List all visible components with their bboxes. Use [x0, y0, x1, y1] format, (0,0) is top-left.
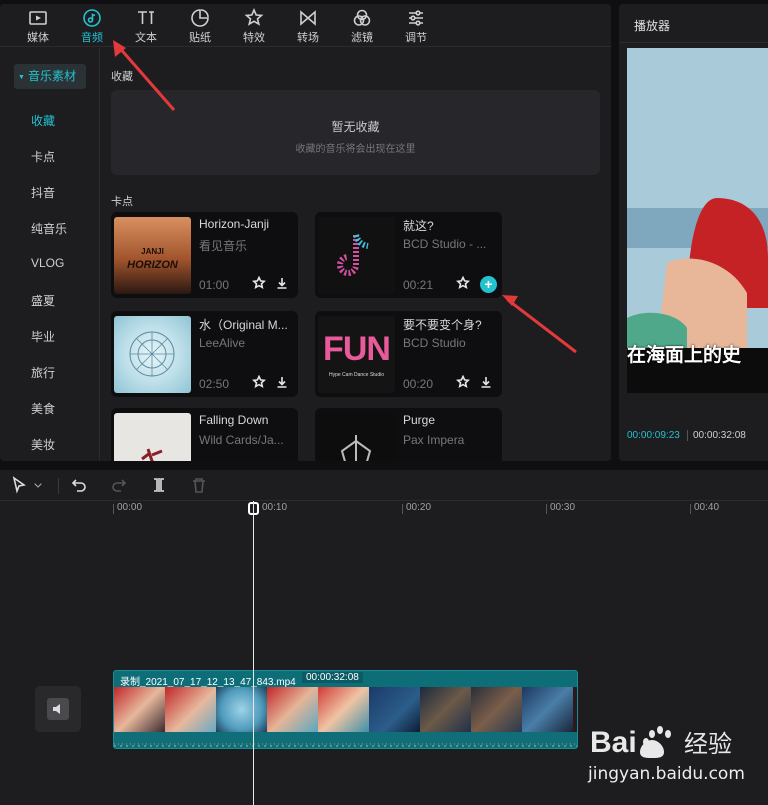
app-window: 媒体 音频 文本 贴纸 特效 转场 滤镜 调节 ▼ 音乐素材 收藏 卡点 抖音 …	[0, 0, 768, 805]
clip-frame	[522, 687, 573, 732]
tick-label: 00:00	[117, 502, 143, 513]
baidu-watermark: Bai 经验 jingyan.baidu.com	[588, 716, 768, 805]
clip-frame	[267, 687, 318, 732]
clip-frame	[114, 687, 165, 732]
ruler-tick	[546, 504, 547, 514]
undo-icon	[71, 479, 86, 492]
tick-label: 00:20	[406, 502, 432, 513]
audio-waveform	[114, 732, 577, 748]
timeline-toolbar	[0, 470, 768, 501]
clip-frame	[216, 687, 267, 732]
video-clip[interactable]: 录制_2021_07_17_12_13_47_843.mp4 00:00:32:…	[113, 670, 578, 749]
trash-icon	[193, 478, 205, 493]
undo-button[interactable]	[70, 476, 88, 496]
clip-frame	[471, 687, 522, 732]
tick-label: 00:10	[262, 502, 288, 513]
clip-header: 录制_2021_07_17_12_13_47_843.mp4 00:00:32:…	[114, 671, 577, 688]
ruler-tick	[402, 504, 403, 514]
time-ruler: 00:00 00:10 00:20 00:30 00:40	[113, 502, 768, 516]
clip-duration: 00:00:32:08	[302, 672, 363, 683]
clip-thumbnails	[114, 687, 577, 732]
track-mute-button[interactable]	[35, 686, 81, 732]
cursor-icon	[12, 476, 26, 494]
speaker-icon	[47, 698, 69, 720]
select-tool-button[interactable]	[10, 476, 50, 496]
split-icon	[154, 478, 164, 492]
divider	[58, 478, 59, 494]
chevron-down-icon	[34, 483, 43, 488]
redo-button[interactable]	[110, 476, 128, 496]
watermark-url: jingyan.baidu.com	[588, 764, 745, 784]
clip-frame	[420, 687, 471, 732]
svg-text:Bai: Bai	[590, 726, 637, 759]
ruler-tick	[690, 504, 691, 514]
clip-frame	[318, 687, 369, 732]
ruler-tick	[113, 504, 114, 514]
redo-icon	[112, 479, 127, 492]
clip-frame	[369, 687, 420, 732]
tick-label: 00:30	[550, 502, 576, 513]
watermark-logo-text: 经验	[684, 730, 732, 758]
clip-filename: 录制_2021_07_17_12_13_47_843.mp4	[120, 677, 296, 688]
tick-label: 00:40	[694, 502, 720, 513]
clip-frame	[165, 687, 216, 732]
split-button[interactable]	[150, 476, 168, 496]
delete-button[interactable]	[190, 476, 208, 496]
baidu-paw-logo: Bai 经验	[590, 726, 732, 759]
playhead-line[interactable]	[253, 501, 254, 805]
